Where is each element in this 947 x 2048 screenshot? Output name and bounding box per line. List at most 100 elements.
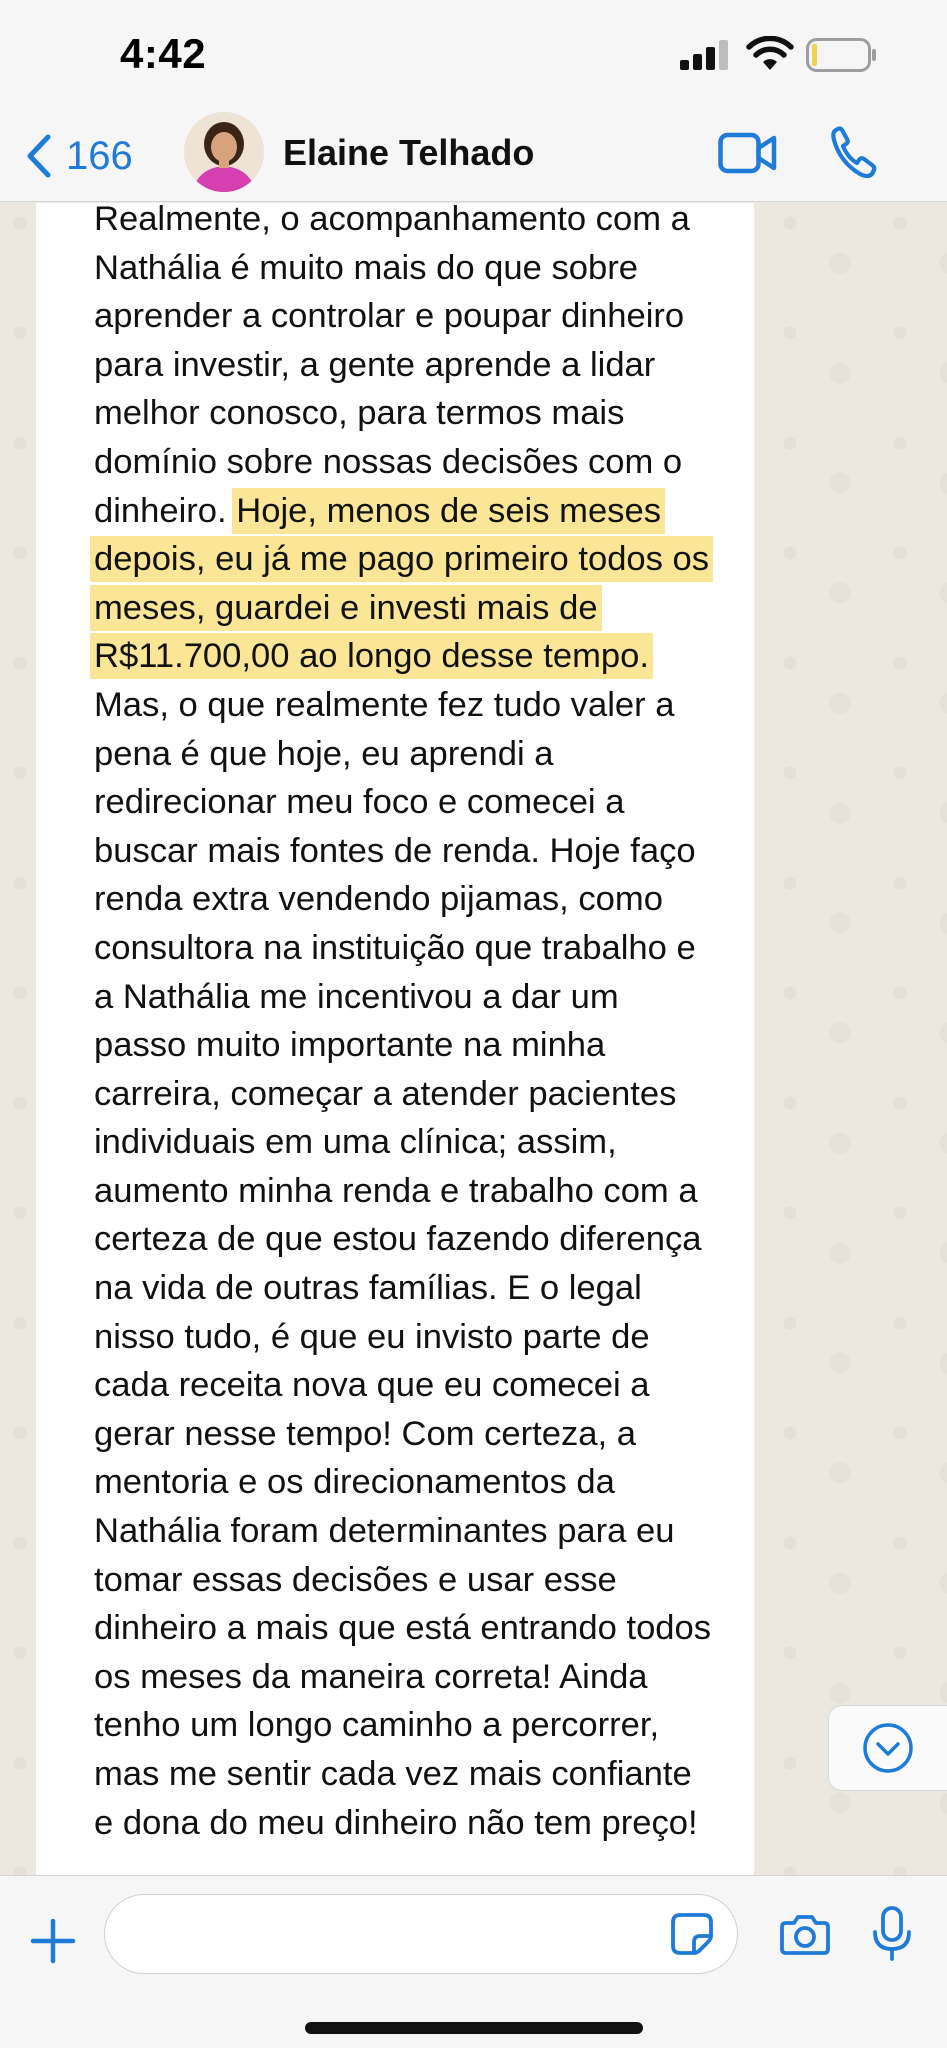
message-line: a Nathália me incentivou a dar um xyxy=(94,973,784,1022)
message-line: certeza de que estou fazendo diferença xyxy=(94,1215,784,1264)
message-line-text: Realmente, o acompanhamento com a xyxy=(94,203,690,238)
message-line-text: mentoria e os direcionamentos da xyxy=(94,1463,615,1502)
message-line-text: os meses da maneira correta! Ainda xyxy=(94,1657,648,1696)
message-line-text: Nathália foram determinantes para eu xyxy=(94,1512,675,1551)
message-line: individuais em uma clínica; assim, xyxy=(94,1118,784,1167)
avatar-image xyxy=(184,112,264,192)
message-line: pena é que hoje, eu aprendi a xyxy=(94,730,784,779)
message-text: Realmente, o acompanhamento com a Natháli… xyxy=(94,203,784,1847)
message-line: os meses da maneira correta! Ainda xyxy=(94,1653,784,1702)
status-time: 4:42 xyxy=(120,30,207,77)
microphone-button[interactable] xyxy=(872,1906,912,1967)
message-line-text: Nathália é muito mais do que sobre xyxy=(94,248,638,287)
message-line: mas me sentir cada vez mais confiante xyxy=(94,1750,784,1799)
message-line: Nathália é muito mais do que sobre xyxy=(94,244,784,293)
message-line: tomar essas decisões e usar esse xyxy=(94,1556,784,1605)
message-line: passo muito importante na minha xyxy=(94,1021,784,1070)
scroll-to-bottom-button[interactable] xyxy=(828,1705,947,1791)
message-line: e dona do meu dinheiro não tem preço! xyxy=(94,1799,784,1848)
message-line: aprender a controlar e poupar dinheiro xyxy=(94,292,784,341)
message-line-text: carreira, começar a atender pacientes xyxy=(94,1074,677,1113)
sticker-button[interactable] xyxy=(670,1912,714,1961)
message-line-text: consultora na instituição que trabalho e xyxy=(94,928,696,967)
video-call-button[interactable] xyxy=(718,132,778,179)
avatar[interactable] xyxy=(184,112,264,192)
message-line: Realmente, o acompanhamento com a xyxy=(94,203,784,244)
microphone-icon xyxy=(873,1906,911,1961)
chat-header: 166 Elaine Telhado xyxy=(0,110,947,202)
message-line: R$11.700,00 ao longo desse tempo. xyxy=(94,632,784,681)
video-camera-icon xyxy=(718,132,777,174)
unread-count: 166 xyxy=(66,133,133,178)
message-line-text: individuais em uma clínica; assim, xyxy=(94,1123,617,1162)
message-line: na vida de outras famílias. E o legal xyxy=(94,1264,784,1313)
message-line-text: aumento minha renda e trabalho com a xyxy=(94,1171,698,1210)
message-line-text: redirecionar meu foco e comecei a xyxy=(94,783,625,822)
message-line-text: certeza de que estou fazendo diferença xyxy=(94,1220,702,1259)
input-bar xyxy=(0,1875,947,2048)
message-line-text: passo muito importante na minha xyxy=(94,1026,606,1065)
message-line: consultora na instituição que trabalho e xyxy=(94,924,784,973)
message-line-text: domínio sobre nossas decisões com o xyxy=(94,442,683,481)
message-line-text: e dona do meu dinheiro não tem preço! xyxy=(94,1803,698,1842)
message-line-text: mas me sentir cada vez mais confiante xyxy=(94,1755,692,1793)
message-line-text: renda extra vendendo pijamas, como xyxy=(94,880,663,919)
message-line-text: dinheiro. xyxy=(94,491,237,530)
message-line-text: pena é que hoje, eu aprendi a xyxy=(94,734,554,773)
chat-area[interactable]: Realmente, o acompanhamento com a Natháli… xyxy=(0,203,947,1875)
message-line: depois, eu já me pago primeiro todos os xyxy=(94,535,784,584)
message-line-text: Mas, o que realmente fez tudo valer a xyxy=(94,685,675,724)
message-line: para investir, a gente aprende a lidar xyxy=(94,341,784,390)
message-line-text: melhor conosco, para termos mais xyxy=(94,394,625,433)
message-line-text: na vida de outras famílias. E o legal xyxy=(94,1269,642,1308)
message-bubble[interactable]: Realmente, o acompanhamento com a Natháli… xyxy=(36,203,754,1875)
message-line-text: tenho um longo caminho a percorrer, xyxy=(94,1706,660,1745)
highlighted-text: meses, guardei e investi mais de xyxy=(94,588,598,627)
message-line-text: gerar nesse tempo! Com certeza, a xyxy=(94,1414,636,1453)
highlighted-text: depois, eu já me pago primeiro todos os xyxy=(94,540,710,579)
message-line: nisso tudo, é que eu invisto parte de xyxy=(94,1313,784,1362)
highlighted-text: Hoje, menos de seis meses xyxy=(236,491,661,530)
chevron-left-icon xyxy=(27,134,51,178)
wifi-icon xyxy=(746,36,794,70)
phone-icon xyxy=(831,126,877,179)
message-line: aumento minha renda e trabalho com a xyxy=(94,1167,784,1216)
plus-icon xyxy=(30,1918,76,1964)
message-line: carreira, começar a atender pacientes xyxy=(94,1070,784,1119)
back-button[interactable]: 166 xyxy=(26,126,133,186)
status-bar: 4:42 xyxy=(0,0,947,110)
battery-icon xyxy=(806,38,876,72)
message-line: renda extra vendendo pijamas, como xyxy=(94,875,784,924)
camera-icon xyxy=(780,1915,830,1955)
message-line: mentoria e os direcionamentos da xyxy=(94,1458,784,1507)
voice-call-button[interactable] xyxy=(830,124,878,185)
message-line: domínio sobre nossas decisões com o xyxy=(94,438,784,487)
highlighted-text: R$11.700,00 ao longo desse tempo. xyxy=(94,637,649,676)
message-line-text: tomar essas decisões e usar esse xyxy=(94,1560,617,1599)
camera-button[interactable] xyxy=(780,1912,830,1961)
chevron-down-circle-icon xyxy=(863,1723,913,1773)
message-line: buscar mais fontes de renda. Hoje faço xyxy=(94,827,784,876)
message-line: gerar nesse tempo! Com certeza, a xyxy=(94,1410,784,1459)
sticker-icon xyxy=(671,1913,713,1955)
message-line: cada receita nova que eu comecei a xyxy=(94,1361,784,1410)
message-line-text: a Nathália me incentivou a dar um xyxy=(94,977,619,1016)
message-line-text: aprender a controlar e poupar dinheiro xyxy=(94,297,685,336)
attach-button[interactable] xyxy=(30,1918,76,1969)
message-line: dinheiro a mais que está entrando todos xyxy=(94,1604,784,1653)
home-indicator xyxy=(305,2022,643,2034)
message-line: tenho um longo caminho a percorrer, xyxy=(94,1701,784,1750)
message-line-text: para investir, a gente aprende a lidar xyxy=(94,345,656,384)
message-line: meses, guardei e investi mais de xyxy=(94,584,784,633)
message-line: dinheiro. Hoje, menos de seis meses xyxy=(94,487,784,536)
message-line: redirecionar meu foco e comecei a xyxy=(94,778,784,827)
message-line-text: nisso tudo, é que eu invisto parte de xyxy=(94,1317,650,1356)
message-line: melhor conosco, para termos mais xyxy=(94,389,784,438)
message-line-text: buscar mais fontes de renda. Hoje faço xyxy=(94,831,696,870)
message-input[interactable] xyxy=(104,1894,738,1974)
cellular-signal-icon xyxy=(680,40,728,70)
message-line-text: dinheiro a mais que está entrando todos xyxy=(94,1609,712,1648)
message-line-text: cada receita nova que eu comecei a xyxy=(94,1366,650,1405)
message-line: Nathália foram determinantes para eu xyxy=(94,1507,784,1556)
contact-name[interactable]: Elaine Telhado xyxy=(283,132,534,174)
